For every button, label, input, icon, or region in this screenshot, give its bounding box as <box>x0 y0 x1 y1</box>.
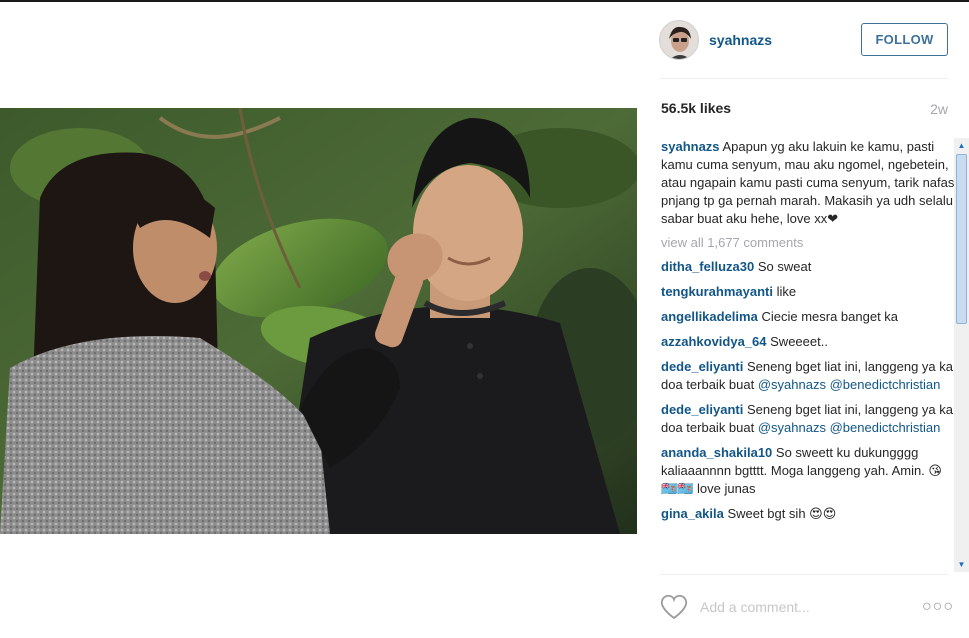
comment-username-link[interactable]: dede_eliyanti <box>661 402 743 417</box>
post-username-link[interactable]: syahnazs <box>709 32 772 48</box>
comment-text: Ciecie mesra banget ka <box>761 309 899 324</box>
avatar-image <box>660 21 698 59</box>
add-comment-input[interactable] <box>700 597 900 617</box>
comment-username-link[interactable]: tengkurahmayanti <box>661 284 773 299</box>
comment-item: dede_eliyanti Seneng bget liat ini, lang… <box>661 401 957 437</box>
comment-item: ananda_shakila10 So sweett ku dukungggg … <box>661 444 957 498</box>
scroll-down-arrow-icon[interactable]: ▼ <box>954 557 969 572</box>
caption-username-link[interactable]: syahnazs <box>661 139 720 154</box>
view-all-comments-link[interactable]: view all 1,677 comments <box>661 234 957 252</box>
more-options-icon[interactable]: ○○○ <box>922 598 954 616</box>
comment-mention-link[interactable]: @syahnazs <box>758 377 826 392</box>
comment-mention-link[interactable]: @benedictchristian <box>830 377 941 392</box>
follow-button[interactable]: FOLLOW <box>861 23 948 56</box>
comment-username-link[interactable]: dede_eliyanti <box>661 359 743 374</box>
comment-text: Sweeeet.. <box>770 334 828 349</box>
comment-item: azzahkovidya_64 Sweeeet.. <box>661 333 957 351</box>
footer-divider <box>660 574 948 575</box>
scroll-up-arrow-icon[interactable]: ▲ <box>954 138 969 153</box>
comments-list[interactable]: syahnazs Apapun yg aku lakuin ke kamu, p… <box>650 138 969 572</box>
comment-item: dede_eliyanti Seneng bget liat ini, lang… <box>661 358 957 394</box>
comment-text: So sweat <box>757 259 812 274</box>
comment-text: like <box>776 284 797 299</box>
heart-icon[interactable] <box>660 594 688 620</box>
heart-icon-svg <box>660 594 688 620</box>
post-age[interactable]: 2w <box>930 101 948 117</box>
photo-illustration <box>0 108 637 534</box>
caption: syahnazs Apapun yg aku lakuin ke kamu, p… <box>661 138 957 228</box>
comment-mention-link[interactable]: @benedictchristian <box>830 420 941 435</box>
comment-text: Sweet bgt sih 😍😍 <box>727 506 837 521</box>
header-divider <box>660 78 948 79</box>
comments-content: syahnazs Apapun yg aku lakuin ke kamu, p… <box>661 138 957 530</box>
likes-count[interactable]: 56.5k likes <box>661 100 731 116</box>
comment-item: tengkurahmayanti like <box>661 283 957 301</box>
comment-username-link[interactable]: angellikadelima <box>661 309 758 324</box>
comment-mention-link[interactable]: @syahnazs <box>758 420 826 435</box>
comments-scrollbar[interactable]: ▲ ▼ <box>954 138 969 572</box>
comment-username-link[interactable]: gina_akila <box>661 506 724 521</box>
comment-item: ditha_felluza30 So sweat <box>661 258 957 276</box>
post-photo[interactable] <box>0 108 637 534</box>
post-header: syahnazs FOLLOW <box>650 0 969 80</box>
comment-item: gina_akila Sweet bgt sih 😍😍 <box>661 505 957 523</box>
comment-username-link[interactable]: ananda_shakila10 <box>661 445 772 460</box>
comment-username-link[interactable]: azzahkovidya_64 <box>661 334 767 349</box>
comment-username-link[interactable]: ditha_felluza30 <box>661 259 754 274</box>
avatar[interactable] <box>659 20 699 60</box>
scroll-thumb[interactable] <box>956 154 967 324</box>
comment-item: angellikadelima Ciecie mesra banget ka <box>661 308 957 326</box>
post-details-panel: syahnazs FOLLOW 56.5k likes 2w syahnazs … <box>650 0 969 638</box>
